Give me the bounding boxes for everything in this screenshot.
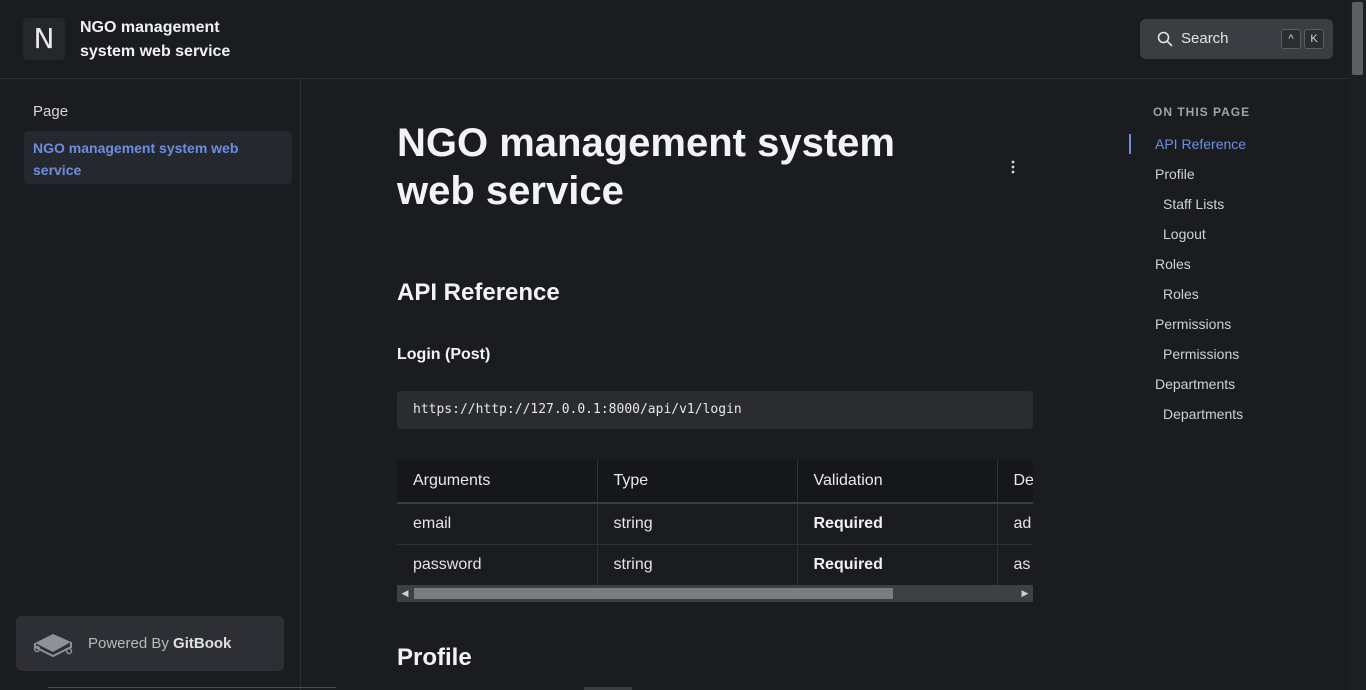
table-header-cell: Type [597,460,798,504]
toc-item-logout[interactable]: Logout [1163,226,1206,242]
table-header-cell: De [997,460,1033,504]
toc-item-departments-sub[interactable]: Departments [1163,406,1243,422]
shortcut-key-ctrl: ^ [1281,29,1301,49]
toc-item-departments[interactable]: Departments [1155,376,1235,392]
toc-item-roles-sub[interactable]: Roles [1163,286,1199,302]
toc-item-staff-lists[interactable]: Staff Lists [1163,196,1224,212]
table-header-row: Arguments Type Validation De [397,460,1033,504]
toc-active-indicator [1129,134,1131,154]
powered-by-gitbook-link[interactable]: Powered By GitBook [16,616,284,671]
page-title: NGO management system web service [397,121,895,213]
code-block-endpoint: https://http://127.0.0.1:8000/api/v1/log… [397,391,1033,429]
table-row: email string Required ad [397,503,1033,545]
toc-heading: ON THIS PAGE [1153,105,1251,119]
powered-by-brand: GitBook [173,635,232,652]
site-title[interactable]: NGO management system web service [80,16,270,64]
table-cell: as [997,544,1033,586]
site-logo[interactable]: N [23,18,65,60]
search-button[interactable]: Search ^ K [1140,19,1333,59]
sidebar: Page NGO management system web service P… [0,79,301,690]
page-scrollbar-thumb[interactable] [1352,2,1363,75]
table-cell: string [597,544,798,586]
table-cell: string [597,503,798,545]
scroll-right-arrow-icon[interactable]: ▶ [1019,585,1031,602]
table-row: password string Required as [397,544,1033,586]
scroll-left-arrow-icon[interactable]: ◀ [399,585,411,602]
top-header: N NGO management system web service Sear… [0,0,1349,79]
gitbook-icon [33,634,73,658]
table-header-cell: Arguments [397,460,598,504]
table-cell: ad [997,503,1033,545]
table-cell: Required [797,544,998,586]
divider [48,687,336,688]
table-cell: email [397,503,598,545]
sidebar-heading: Page [33,103,69,120]
toc-item-roles[interactable]: Roles [1155,256,1191,272]
arguments-table: Arguments Type Validation De email strin… [397,460,1033,604]
toc-item-api-reference[interactable]: API Reference [1155,136,1246,152]
search-label: Search [1181,30,1229,47]
shortcut-key-k: K [1304,29,1324,49]
table-header-cell: Validation [797,460,998,504]
subsection-heading-login: Login (Post) [397,346,491,363]
sidebar-item-ngo-management[interactable]: NGO management system web service [24,131,292,184]
toc-item-permissions-sub[interactable]: Permissions [1163,346,1239,362]
search-icon [1157,31,1173,47]
table-horizontal-scrollbar[interactable]: ◀ ▶ [397,585,1033,602]
section-heading-profile: Profile [397,644,472,671]
powered-by-text: Powered By GitBook [88,635,231,652]
toc-item-permissions[interactable]: Permissions [1155,316,1231,332]
toc-item-profile[interactable]: Profile [1155,166,1195,182]
page-vertical-scrollbar[interactable] [1349,0,1366,690]
more-options-icon[interactable] [1005,159,1021,175]
scrollbar-thumb[interactable] [414,588,893,599]
section-heading-api-reference: API Reference [397,279,560,306]
table-cell: password [397,544,598,586]
table-cell: Required [797,503,998,545]
powered-by-prefix: Powered By [88,635,169,652]
